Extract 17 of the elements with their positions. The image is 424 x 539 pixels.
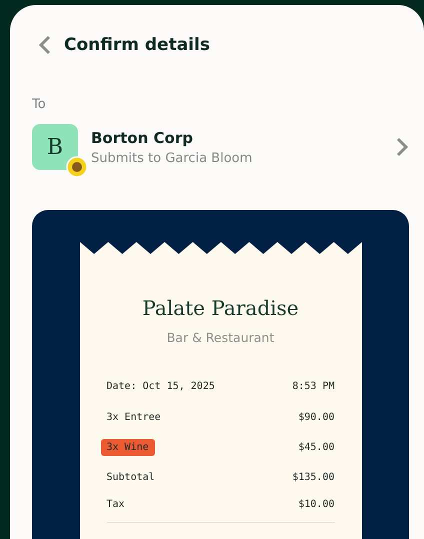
recipient-name: Borton Corp bbox=[91, 128, 194, 147]
item-label: Subtotal bbox=[106, 472, 155, 484]
receipt-time: 8:53 PM bbox=[292, 381, 334, 392]
item-amount: $45.00 bbox=[298, 442, 334, 454]
item-label: Tax bbox=[106, 499, 125, 510]
to-label: To bbox=[32, 97, 47, 112]
item-amount: $135.00 bbox=[292, 472, 334, 484]
receipt-date: Date: Oct 15, 2025 bbox=[106, 381, 215, 392]
recipient-subtitle: Submits to Garcia Bloom bbox=[91, 150, 254, 166]
item-label: 3x Entree bbox=[106, 412, 161, 424]
merchant-name: Palate Paradise bbox=[142, 296, 299, 320]
avatar-initial: B bbox=[46, 134, 64, 160]
page-title: Confirm details bbox=[64, 35, 210, 56]
merchant-category: Bar & Restaurant bbox=[166, 330, 274, 346]
highlighted-item-label: 3x Wine bbox=[100, 439, 155, 456]
item-amount: $10.00 bbox=[298, 499, 334, 510]
item-amount: $90.00 bbox=[298, 412, 334, 424]
